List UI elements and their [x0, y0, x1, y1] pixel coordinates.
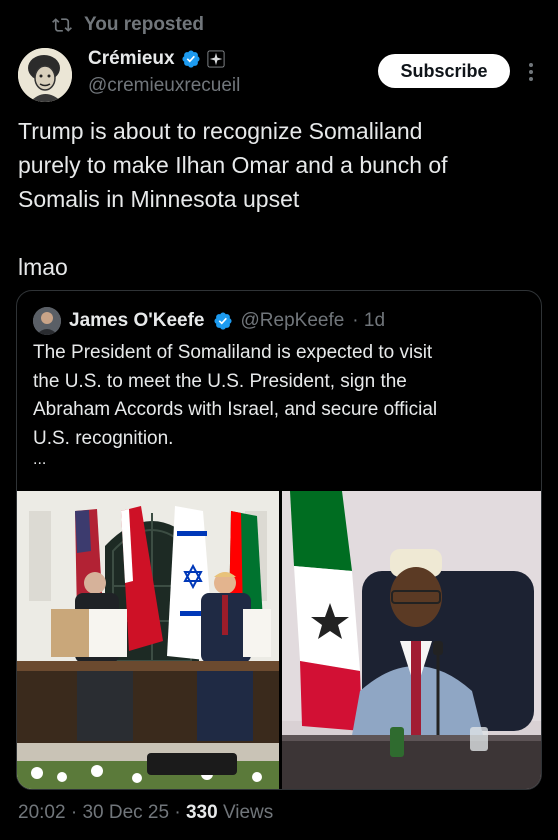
author-name-block[interactable]: Crémieux @cremieuxrecueil: [88, 48, 240, 97]
avatar[interactable]: [18, 48, 72, 102]
views-count[interactable]: 330: [186, 802, 218, 823]
quoted-ellipsis: ...: [33, 451, 47, 468]
avatar-illustration: [18, 48, 72, 102]
tweet-author-row: Crémieux @cremieuxrecueil Subscribe: [18, 48, 548, 104]
media-photo-signing[interactable]: [17, 491, 279, 789]
tweet-text-line: purely to make Ilhan Omar and a bunch of: [18, 152, 448, 178]
quoted-text-line: The President of Somaliland is expected …: [33, 342, 433, 363]
views-label: Views: [222, 802, 274, 823]
verified-badge-icon: [213, 312, 232, 330]
separator: ·: [174, 802, 181, 823]
tweet-meta: 20:02 · 30 Dec 25 · 330 Views: [18, 802, 273, 824]
quoted-avatar-image: [33, 307, 61, 335]
author-handle[interactable]: @cremieuxrecueil: [88, 75, 240, 97]
tweet-text: Trump is about to recognize Somaliland p…: [18, 114, 538, 284]
quoted-tweet-text: The President of Somaliland is expected …: [33, 339, 523, 453]
quoted-time[interactable]: · 1d: [352, 310, 385, 332]
repost-icon: [52, 18, 72, 32]
quoted-tweet-card[interactable]: James O'Keefe @RepKeefe · 1d The Preside…: [16, 290, 542, 790]
quoted-display-name[interactable]: James O'Keefe: [69, 310, 205, 332]
repost-indicator: You reposted: [52, 14, 204, 36]
media-photo-somaliland-president[interactable]: [282, 491, 541, 789]
tweet-text-line: Trump is about to recognize Somaliland: [18, 118, 423, 144]
quoted-text-line: U.S. recognition.: [33, 427, 174, 449]
quoted-text-line: Abraham Accords with Israel, and secure …: [33, 399, 438, 420]
tweet-time[interactable]: 20:02: [18, 802, 66, 823]
tweet-text-line: Somalis in Minnesota upset: [18, 186, 300, 212]
affiliation-badge-icon: [207, 50, 225, 68]
more-options-icon[interactable]: [524, 58, 538, 86]
quoted-tweet-header: James O'Keefe @RepKeefe · 1d: [33, 307, 385, 335]
photo-president-illustration: [282, 491, 541, 789]
tweet-date[interactable]: 30 Dec 25: [82, 802, 169, 823]
author-display-name[interactable]: Crémieux: [88, 48, 175, 70]
quoted-media-grid: [17, 491, 541, 789]
quoted-text-line: the U.S. to meet the U.S. President, sig…: [33, 370, 407, 392]
repost-label: You reposted: [84, 14, 204, 35]
quoted-handle[interactable]: @RepKeefe: [241, 310, 345, 332]
tweet-text-line: lmao: [18, 254, 68, 280]
subscribe-button[interactable]: Subscribe: [378, 54, 510, 88]
photo-signing-illustration: [17, 491, 279, 789]
quoted-avatar[interactable]: [33, 307, 61, 335]
separator: ·: [70, 802, 78, 823]
verified-badge-icon: [182, 50, 200, 68]
